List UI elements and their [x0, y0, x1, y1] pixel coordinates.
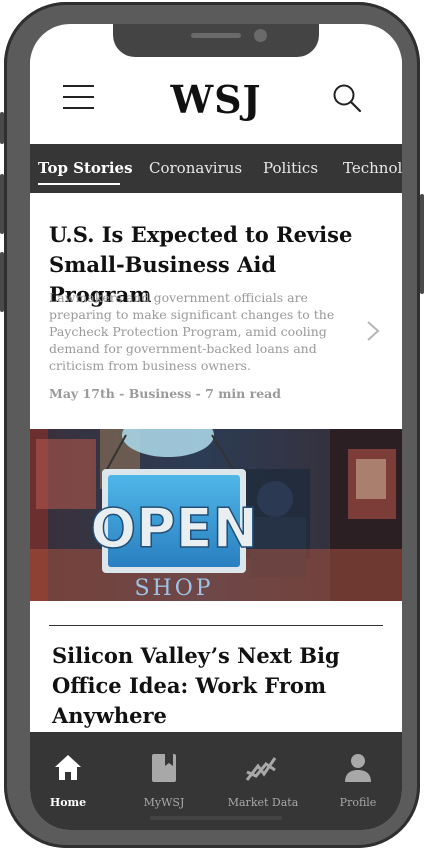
active-tab-indicator [38, 183, 120, 185]
section-tabs: Top Stories Coronavirus Politics Technol… [30, 144, 402, 193]
article-title[interactable]: Silicon Valley’s Next Big Office Idea: W… [52, 641, 372, 731]
app-header: WSJ [30, 57, 402, 143]
article-hero-image[interactable]: OPEN SHOP [30, 429, 402, 601]
tab-technology[interactable]: Technology [343, 159, 402, 177]
nav-profile[interactable]: Profile [313, 752, 402, 822]
nav-label: MyWSJ [143, 796, 185, 809]
nav-label: Profile [339, 796, 377, 809]
phone-side-button [0, 252, 4, 312]
section-divider [49, 625, 383, 626]
sign-text: OPEN [90, 497, 258, 560]
article-summary: Lawmakers and government officials are p… [49, 290, 335, 373]
chart-line-icon [245, 757, 277, 781]
front-camera [254, 29, 267, 42]
tab-politics[interactable]: Politics [263, 159, 318, 177]
search-icon[interactable] [332, 83, 362, 113]
article-meta: May 17th - Business - 7 min read [49, 386, 281, 401]
tab-top-stories[interactable]: Top Stories [38, 159, 133, 177]
tab-coronavirus[interactable]: Coronavirus [149, 159, 242, 177]
nav-home[interactable]: Home [30, 752, 113, 822]
profile-icon [345, 754, 371, 782]
nav-label: Home [49, 796, 87, 809]
sign-subtext: SHOP [134, 576, 213, 601]
nav-market-data[interactable]: Market Data [218, 752, 308, 822]
phone-side-button [420, 194, 424, 294]
app-screen: WSJ Top Stories Coronavirus Politics Tec… [30, 24, 402, 830]
phone-side-button [0, 174, 4, 234]
nav-label: Market Data [227, 796, 299, 809]
nav-mywsj[interactable]: MyWSJ [119, 752, 209, 822]
chevron-right-icon[interactable] [365, 320, 381, 342]
bookmark-book-icon [152, 754, 176, 782]
phone-frame: WSJ Top Stories Coronavirus Politics Tec… [0, 2, 424, 848]
speaker-grille [191, 33, 241, 38]
home-icon [55, 755, 81, 780]
bottom-navigation: Home MyWSJ Market Data Profile [30, 732, 402, 830]
phone-notch [113, 24, 319, 57]
article-card[interactable]: U.S. Is Expected to Revise Small-Busines… [30, 193, 402, 429]
home-indicator [150, 816, 282, 820]
phone-side-button [0, 112, 4, 144]
